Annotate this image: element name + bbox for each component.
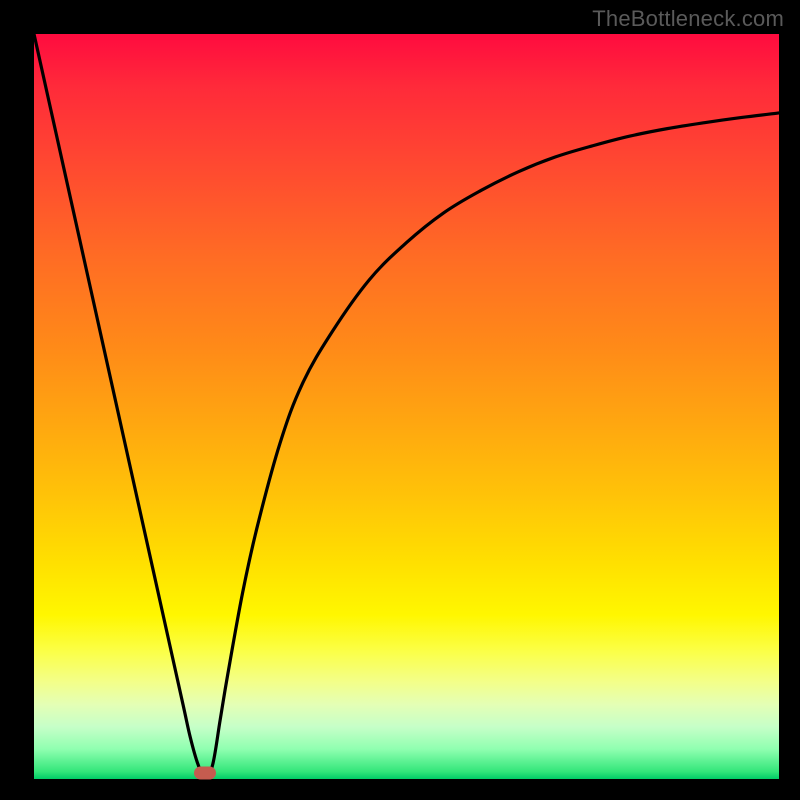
chart-frame: TheBottleneck.com xyxy=(0,0,800,800)
curve-line xyxy=(34,34,779,779)
plot-area xyxy=(34,34,779,779)
watermark-text: TheBottleneck.com xyxy=(592,6,784,32)
minimum-marker xyxy=(194,767,216,780)
